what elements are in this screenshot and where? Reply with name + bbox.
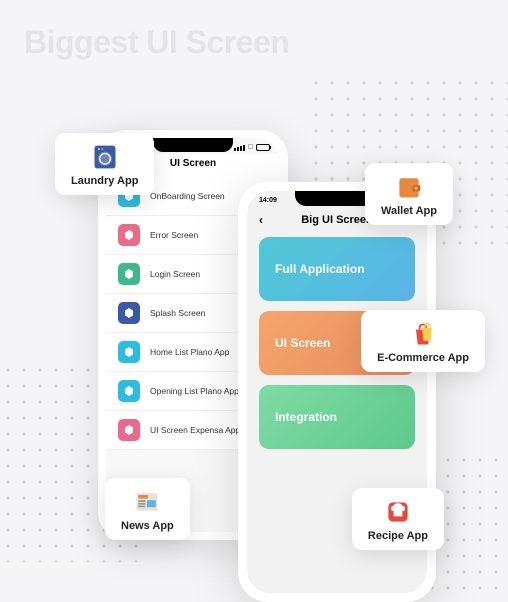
float-card-laundry[interactable]: Laundry App [55,133,154,195]
list-item-label: Login Screen [150,269,200,279]
float-card-news[interactable]: News App [105,478,190,540]
float-card-label: Laundry App [71,175,138,187]
battery-icon [256,144,270,151]
float-card-label: News App [121,520,174,532]
list-item-label: OnBoarding Screen [150,191,225,201]
hexagon-icon [118,341,140,363]
washer-icon [91,143,119,171]
hexagon-icon [118,419,140,441]
list-item-label: Splash Screen [150,308,205,318]
hexagon-icon [118,224,140,246]
category-card[interactable]: Integration [259,385,415,449]
category-card[interactable]: Full Application [259,237,415,301]
wallet-icon [395,173,423,201]
hexagon-icon [118,380,140,402]
float-card-label: E-Commerce App [377,352,469,364]
float-card-label: Wallet App [381,205,437,217]
hero-title: Biggest UI Screen [24,24,289,61]
float-card-label: Recipe App [368,530,428,542]
signal-icon [234,145,245,151]
list-item-label: Home List Plano App [150,347,229,357]
float-card-recipe[interactable]: Recipe App [352,488,444,550]
status-time: 14:09 [259,197,277,204]
chef-hat-icon [384,498,412,526]
float-card-wallet[interactable]: Wallet App [365,163,453,225]
shopping-bag-icon [409,320,437,348]
hexagon-icon [118,263,140,285]
phone-notch [153,138,233,152]
list-item-label: Error Screen [150,230,198,240]
float-card-ecommerce[interactable]: E-Commerce App [361,310,485,372]
newspaper-icon [133,488,161,516]
wifi-icon: 􀙇 [248,144,253,151]
hexagon-icon [118,302,140,324]
list-item-label: Opening List Plano App [150,386,239,396]
list-item-label: UI Screen Expensa App [150,425,240,435]
